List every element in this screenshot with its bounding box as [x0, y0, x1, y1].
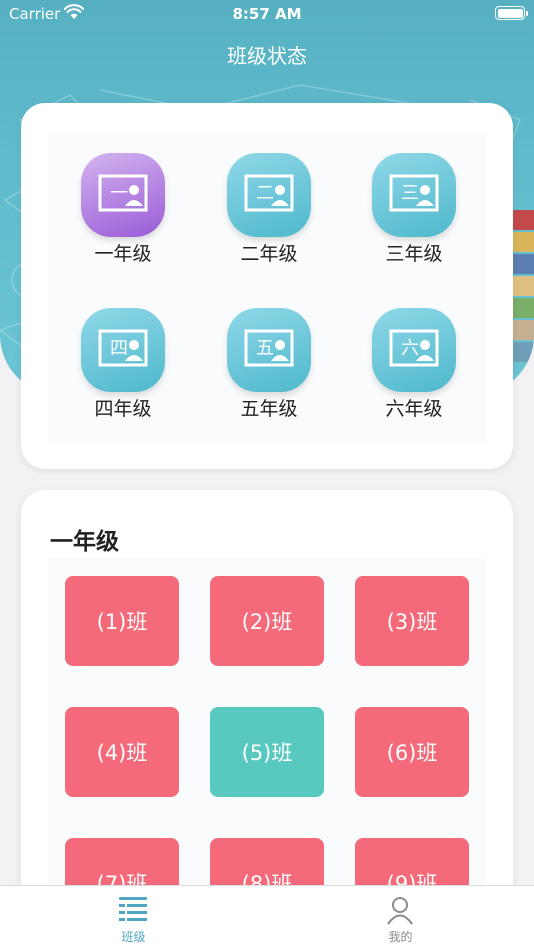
- battery-icon: [495, 6, 528, 20]
- grade-label: 四年级: [94, 398, 152, 420]
- status-bar: Carrier 8:57 AM: [0, 0, 534, 28]
- class-grid: (1)班 (2)班 (3)班 (4)班 (5)班 (6)班 (7)班 (8)班 …: [48, 558, 486, 910]
- class-button-6[interactable]: (6)班: [355, 707, 469, 797]
- grade-item-5[interactable]: 五 五年级: [199, 308, 339, 428]
- classroom-icon: 五: [227, 308, 311, 392]
- grade-item-2[interactable]: 二 二年级: [199, 153, 339, 273]
- class-button-3[interactable]: (3)班: [355, 576, 469, 666]
- classroom-icon: 六: [372, 308, 456, 392]
- grade-label: 一年级: [94, 243, 152, 265]
- selected-grade-title: 一年级: [50, 529, 119, 555]
- grade-icon-char: 三: [401, 183, 419, 204]
- class-button-2[interactable]: (2)班: [210, 576, 324, 666]
- classroom-icon: 一: [81, 153, 165, 237]
- tab-class[interactable]: 班级: [0, 886, 267, 950]
- grade-icon-char: 六: [401, 338, 419, 359]
- grade-selector-card: 一 一年级 二 二年级 三 三年级 四 四年级 五 五年级 六 六年级: [21, 103, 513, 469]
- grade-label: 二年级: [240, 243, 298, 265]
- grade-item-6[interactable]: 六 六年级: [344, 308, 484, 428]
- tab-mine[interactable]: 我的: [267, 886, 534, 950]
- classroom-icon: 三: [372, 153, 456, 237]
- class-button-5[interactable]: (5)班: [210, 707, 324, 797]
- person-icon: [387, 897, 413, 925]
- tab-label: 班级: [121, 930, 146, 944]
- classroom-icon: 四: [81, 308, 165, 392]
- tab-bar: 班级 我的: [0, 885, 534, 950]
- grade-label: 三年级: [385, 243, 443, 265]
- page-title: 班级状态: [227, 44, 307, 68]
- grade-item-3[interactable]: 三 三年级: [344, 153, 484, 273]
- grade-icon-char: 四: [110, 338, 128, 359]
- grade-icon-char: 五: [256, 338, 274, 359]
- grade-label: 五年级: [240, 398, 298, 420]
- grade-grid: 一 一年级 二 二年级 三 三年级 四 四年级 五 五年级 六 六年级: [48, 133, 486, 443]
- grade-item-4[interactable]: 四 四年级: [53, 308, 193, 428]
- class-status-card: 一年级 (1)班 (2)班 (3)班 (4)班 (5)班 (6)班 (7)班 (…: [21, 490, 513, 910]
- class-button-4[interactable]: (4)班: [65, 707, 179, 797]
- grade-icon-char: 一: [110, 183, 128, 204]
- grade-item-1[interactable]: 一 一年级: [53, 153, 193, 273]
- grade-label: 六年级: [385, 398, 443, 420]
- tab-label: 我的: [388, 930, 413, 944]
- class-list-icon: [119, 897, 147, 921]
- classroom-icon: 二: [227, 153, 311, 237]
- class-button-1[interactable]: (1)班: [65, 576, 179, 666]
- status-time: 8:57 AM: [232, 5, 302, 23]
- grade-icon-char: 二: [256, 183, 274, 204]
